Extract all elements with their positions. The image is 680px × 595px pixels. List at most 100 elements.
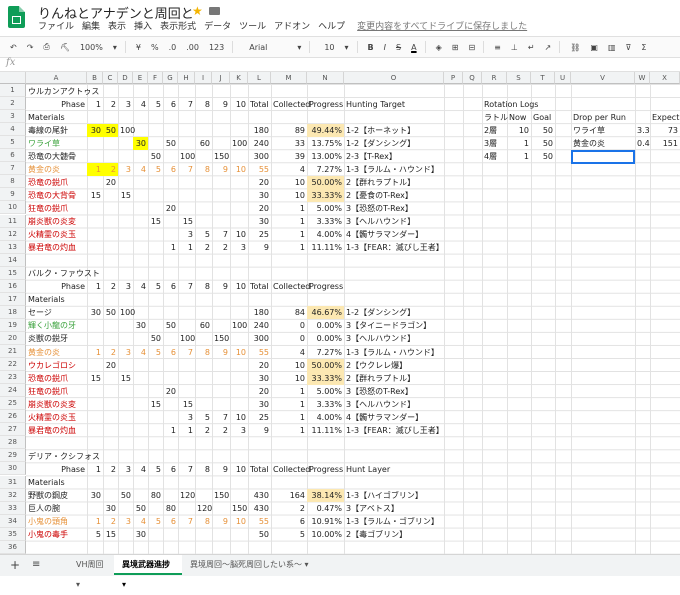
cell[interactable]: 2 [103, 280, 118, 293]
cell[interactable]: 15 [118, 372, 133, 385]
sheet-tab[interactable]: 異境周回〜脳死周回したい系〜 ▾ [182, 555, 322, 575]
column-header-u[interactable]: U [555, 72, 571, 84]
cell[interactable]: 9 [212, 515, 230, 528]
cell[interactable]: 6 [163, 463, 178, 476]
cell[interactable]: 20 [248, 202, 271, 215]
cell[interactable]: 火精霊の炎玉 [26, 228, 87, 241]
redo-icon[interactable]: ↷ [27, 43, 34, 52]
cell[interactable]: Progress [307, 98, 344, 111]
cell[interactable]: 180 [248, 124, 271, 137]
cell[interactable]: 1 [271, 228, 307, 241]
cell[interactable]: 50 [163, 319, 178, 332]
cell[interactable]: Goal [531, 111, 555, 124]
cell[interactable]: Now [507, 111, 531, 124]
cell[interactable]: 3【アベトス】 [344, 502, 444, 515]
cell[interactable]: 10 [230, 280, 248, 293]
cell[interactable]: 狂竜の鋭爪 [26, 385, 87, 398]
cell[interactable]: 10.00% [307, 528, 344, 541]
cell[interactable]: 300 [248, 150, 271, 163]
column-header-p[interactable]: P [444, 72, 463, 84]
column-header-v[interactable]: V [571, 72, 635, 84]
cell[interactable]: 5 [148, 280, 163, 293]
dropdown-arrow-icon[interactable]: ▾ [113, 43, 117, 52]
row-header[interactable]: 28 [0, 436, 26, 450]
cell[interactable]: 15 [103, 528, 118, 541]
cell[interactable]: 80 [163, 502, 178, 515]
cell[interactable]: ウカレゴロシ [26, 359, 87, 372]
cell[interactable]: 4 [133, 98, 148, 111]
cell[interactable]: 3 [118, 280, 133, 293]
increase-decimal-button[interactable]: .00 [186, 43, 199, 52]
row-header[interactable]: 32 [0, 488, 26, 502]
cell[interactable]: 7 [178, 98, 195, 111]
cell[interactable]: 30 [248, 215, 271, 228]
row-header[interactable]: 7 [0, 162, 26, 176]
cell[interactable]: 100 [178, 150, 195, 163]
cell[interactable]: 4 [271, 163, 307, 176]
row-header[interactable]: 35 [0, 527, 26, 541]
cell[interactable]: 50 [531, 137, 555, 150]
font-select[interactable]: Arial [249, 43, 267, 52]
cell[interactable]: 1-2【ホーネット】 [344, 124, 444, 137]
cell[interactable]: 20 [163, 385, 178, 398]
cell[interactable]: 20 [103, 359, 118, 372]
cell[interactable]: 25 [248, 228, 271, 241]
cell[interactable]: 55 [248, 515, 271, 528]
cell[interactable]: 1 [271, 215, 307, 228]
cell[interactable]: 9 [212, 463, 230, 476]
cell[interactable]: Total [248, 98, 271, 111]
cell[interactable]: 2 [195, 241, 212, 254]
row-header[interactable]: 6 [0, 149, 26, 163]
row-header[interactable]: 9 [0, 188, 26, 202]
column-header-h[interactable]: H [178, 72, 195, 84]
cell[interactable]: 5 [87, 528, 103, 541]
row-header[interactable]: 33 [0, 501, 26, 515]
column-header-k[interactable]: K [230, 72, 248, 84]
row-header[interactable]: 2 [0, 97, 26, 111]
cell[interactable]: Progress [307, 463, 344, 476]
cell[interactable]: 1-2【ダンシング】 [344, 137, 444, 150]
cell[interactable]: 100 [230, 319, 248, 332]
cell[interactable]: 10 [230, 346, 248, 359]
cell[interactable]: 1 [271, 241, 307, 254]
cell[interactable]: 毒線の尾針 [26, 124, 87, 137]
cell[interactable]: 4 [133, 163, 148, 176]
cell[interactable]: 0.00% [307, 332, 344, 345]
cell[interactable]: 9 [212, 280, 230, 293]
print-icon[interactable]: ⎙ [43, 42, 49, 52]
cell[interactable]: 150 [212, 489, 230, 502]
cell[interactable]: 100 [118, 306, 135, 319]
cell[interactable]: 8 [195, 515, 212, 528]
folder-icon[interactable] [209, 7, 220, 15]
cell[interactable]: 100 [178, 332, 195, 345]
cell[interactable]: 240 [248, 319, 271, 332]
column-header-f[interactable]: F [148, 72, 163, 84]
cell[interactable]: Rotation Logs [482, 98, 538, 111]
cell[interactable]: デリア・クシフォス [26, 450, 100, 463]
cell[interactable]: 10 [271, 359, 307, 372]
cell[interactable]: 3【ヘルハウンド】 [344, 332, 444, 345]
row-header[interactable]: 34 [0, 514, 26, 528]
cell[interactable]: 巨人の腕 [26, 502, 87, 515]
cell[interactable]: 小鬼の毒手 [26, 528, 87, 541]
cell[interactable]: 9 [212, 163, 230, 176]
cell[interactable]: 1-3【ラルム・ハウンド】 [344, 346, 444, 359]
column-header-s[interactable]: S [507, 72, 531, 84]
cell[interactable]: 50 [103, 306, 118, 319]
cell[interactable]: 39 [271, 150, 307, 163]
cell[interactable]: ワライ草 [26, 137, 87, 150]
cell[interactable]: Collected [271, 98, 310, 111]
cell[interactable]: 3 [118, 98, 133, 111]
row-header[interactable]: 25 [0, 397, 26, 411]
cell[interactable]: 3 [118, 515, 133, 528]
cell[interactable]: 150 [230, 502, 248, 515]
cell[interactable]: 10.91% [307, 515, 344, 528]
cell[interactable]: 15 [178, 398, 195, 411]
cell[interactable]: 5 [271, 528, 307, 541]
cell[interactable]: Total [248, 463, 271, 476]
row-header[interactable]: 14 [0, 253, 26, 267]
cell[interactable]: 3.3 [635, 124, 650, 137]
cell[interactable]: 10 [230, 463, 248, 476]
cell[interactable]: 1-2【ダンシング】 [344, 306, 444, 319]
cell[interactable]: 3.33% [307, 398, 344, 411]
